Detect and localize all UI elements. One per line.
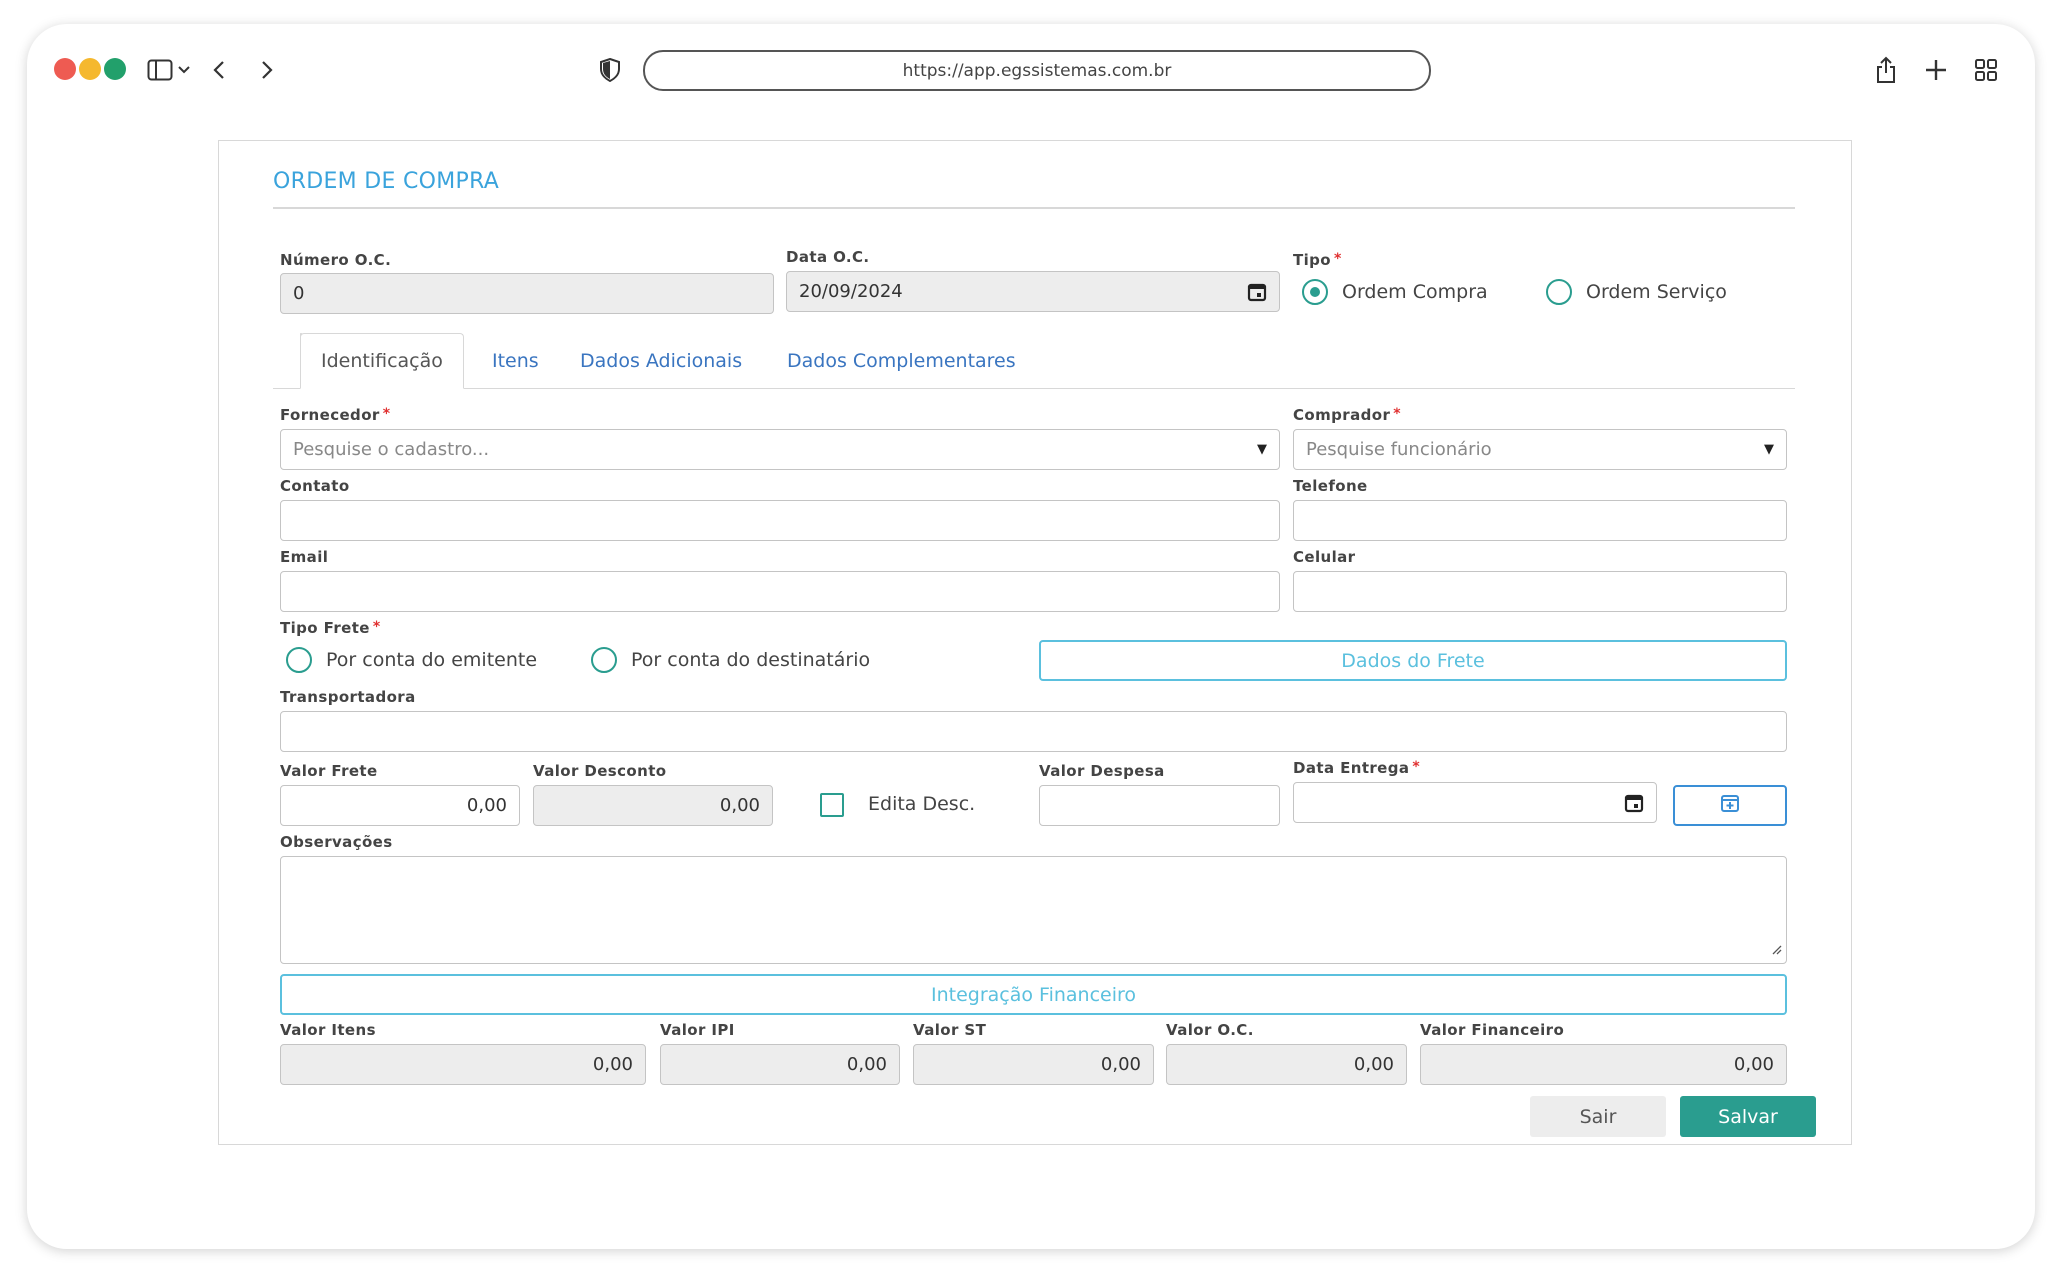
celular-field[interactable] [1293, 571, 1787, 612]
tab-itens[interactable]: Itens [492, 333, 539, 389]
tipo-ordem-servico-label: Ordem Serviço [1586, 281, 1727, 303]
celular-label: Celular [1293, 548, 1356, 566]
transportadora-field[interactable] [280, 711, 1787, 752]
frete-emitente-radio[interactable] [286, 647, 312, 673]
salvar-button[interactable]: Salvar [1680, 1096, 1816, 1137]
dropdown-arrow-icon: ▼ [1257, 442, 1267, 457]
contato-field[interactable] [280, 500, 1280, 541]
tipo-ordem-compra-radio[interactable] [1302, 279, 1328, 305]
valor-st-label: Valor ST [913, 1021, 987, 1039]
data-entrega-label: Data Entrega * [1293, 759, 1421, 777]
tab-overview-icon[interactable] [1973, 54, 1999, 86]
tab-dados-complementares[interactable]: Dados Complementares [787, 333, 1016, 389]
integracao-financeiro-button[interactable]: Integração Financeiro [280, 974, 1787, 1015]
valor-frete-field[interactable]: 0,00 [280, 785, 520, 826]
data-oc-field[interactable]: 20/09/2024 [786, 271, 1280, 312]
valor-financeiro-label: Valor Financeiro [1420, 1021, 1565, 1039]
comprador-label: Comprador * [1293, 406, 1401, 424]
valor-itens-field[interactable]: 0,00 [280, 1044, 646, 1085]
edita-desc-checkbox[interactable] [820, 793, 844, 817]
url-text: https://app.egssistemas.com.br [902, 60, 1172, 81]
valor-oc-label: Valor O.C. [1166, 1021, 1254, 1039]
resize-handle-icon[interactable] [1770, 939, 1782, 960]
tipo-frete-label: Tipo Frete * [280, 619, 381, 637]
valor-frete-label: Valor Frete [280, 762, 378, 780]
browser-window: https://app.egssistemas.com.br ORDEM DE … [27, 24, 2035, 1249]
contato-label: Contato [280, 477, 350, 495]
telefone-field[interactable] [1293, 500, 1787, 541]
sidebar-toggle-icon[interactable] [145, 54, 175, 86]
valor-desconto-field[interactable]: 0,00 [533, 785, 773, 826]
valor-itens-label: Valor Itens [280, 1021, 376, 1039]
observacoes-label: Observações [280, 833, 393, 851]
numero-oc-label: Número O.C. [280, 251, 392, 269]
tab-dados-adicionais[interactable]: Dados Adicionais [580, 333, 742, 389]
maximize-window-dot[interactable] [104, 58, 126, 80]
comprador-select[interactable]: Pesquise funcionário ▼ [1293, 429, 1787, 470]
back-icon[interactable] [209, 54, 229, 86]
frete-destinatario-label: Por conta do destinatário [631, 649, 871, 671]
valor-oc-field[interactable]: 0,00 [1166, 1044, 1407, 1085]
email-field[interactable] [280, 571, 1280, 612]
forward-icon[interactable] [257, 54, 277, 86]
tipo-ordem-compra-label: Ordem Compra [1342, 281, 1488, 303]
valor-desconto-label: Valor Desconto [533, 762, 667, 780]
tipo-ordem-servico-radio[interactable] [1546, 279, 1572, 305]
close-window-dot[interactable] [54, 58, 76, 80]
edita-desc-label: Edita Desc. [868, 793, 976, 815]
frete-emitente-label: Por conta do emitente [326, 649, 538, 671]
telefone-label: Telefone [1293, 477, 1368, 495]
fornecedor-label: Fornecedor * [280, 406, 391, 424]
dados-frete-button[interactable]: Dados do Frete [1039, 640, 1787, 681]
address-bar[interactable]: https://app.egssistemas.com.br [643, 50, 1431, 91]
tipo-label: Tipo * [1293, 251, 1342, 269]
valor-st-field[interactable]: 0,00 [913, 1044, 1154, 1085]
calendar-plus-icon [1720, 793, 1740, 818]
observacoes-textarea[interactable] [280, 856, 1787, 964]
valor-ipi-field[interactable]: 0,00 [660, 1044, 900, 1085]
valor-despesa-field[interactable] [1039, 785, 1280, 826]
valor-despesa-label: Valor Despesa [1039, 762, 1165, 780]
share-icon[interactable] [1873, 54, 1899, 86]
valor-financeiro-field[interactable]: 0,00 [1420, 1044, 1787, 1085]
email-label: Email [280, 548, 329, 566]
shield-icon [598, 54, 622, 86]
fornecedor-select[interactable]: Pesquise o cadastro... ▼ [280, 429, 1280, 470]
numero-oc-field[interactable]: 0 [280, 273, 774, 314]
transportadora-label: Transportadora [280, 688, 416, 706]
title-divider [273, 207, 1795, 209]
minimize-window-dot[interactable] [79, 58, 101, 80]
calendar-add-button[interactable] [1673, 785, 1787, 826]
purchase-order-form: ORDEM DE COMPRA Número O.C. 0 Data O.C. … [218, 140, 1852, 1145]
calendar-icon[interactable] [1247, 282, 1267, 307]
chevron-down-icon[interactable] [177, 54, 191, 86]
tab-identificacao[interactable]: Identificação [300, 333, 464, 389]
data-oc-label: Data O.C. [786, 248, 870, 266]
page-title: ORDEM DE COMPRA [273, 169, 500, 194]
new-tab-icon[interactable] [1923, 54, 1949, 86]
valor-ipi-label: Valor IPI [660, 1021, 735, 1039]
calendar-icon[interactable] [1624, 793, 1644, 818]
data-entrega-field[interactable] [1293, 782, 1657, 823]
sair-button[interactable]: Sair [1530, 1096, 1666, 1137]
dropdown-arrow-icon: ▼ [1764, 442, 1774, 457]
frete-destinatario-radio[interactable] [591, 647, 617, 673]
